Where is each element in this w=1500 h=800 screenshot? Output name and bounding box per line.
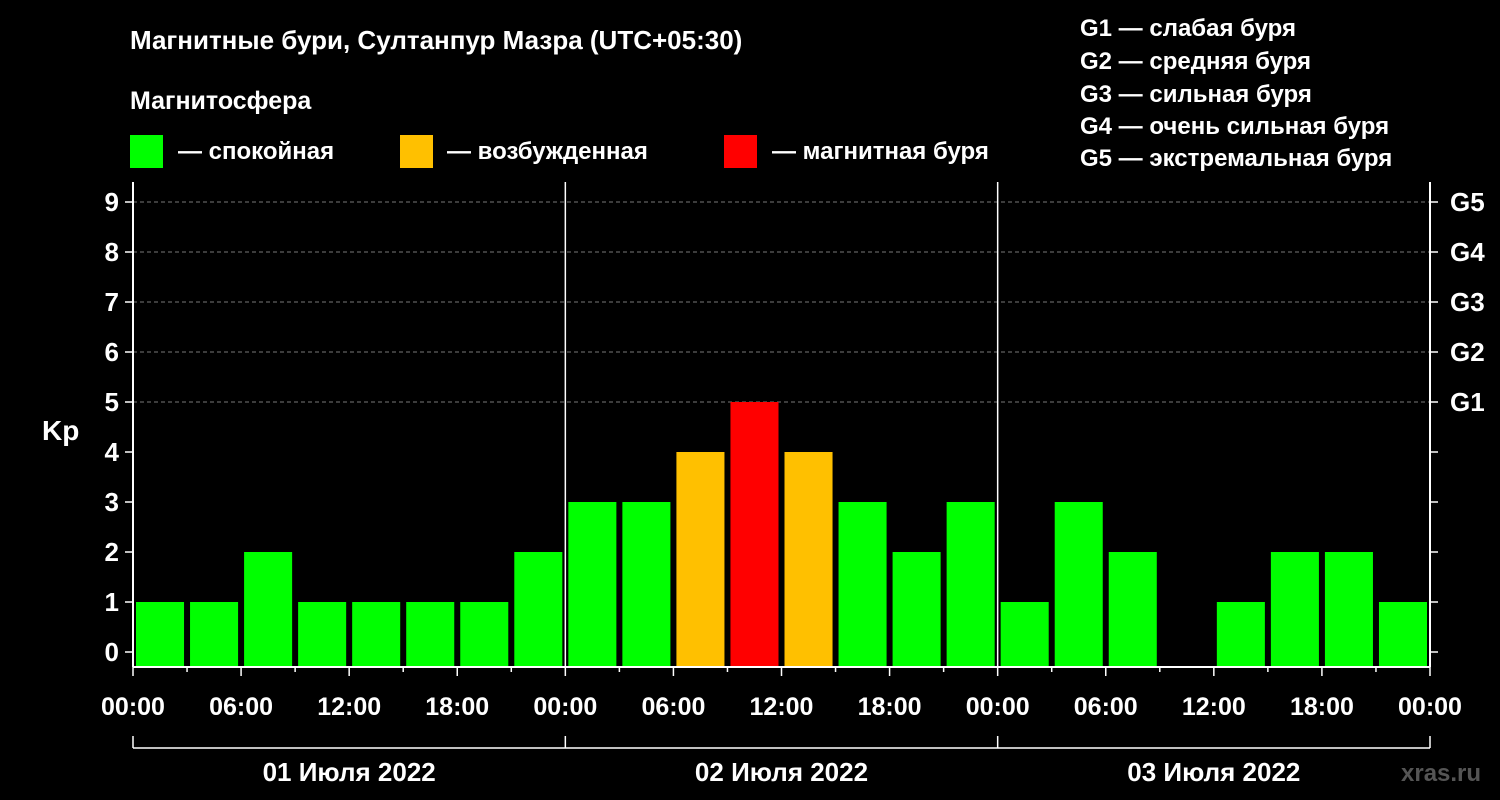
x-tick-label: 00:00 — [101, 693, 165, 721]
x-tick-label: 06:00 — [641, 693, 705, 721]
g-tick-label: G1 — [1450, 387, 1485, 417]
kp-bar — [406, 602, 455, 667]
legend-swatch-active — [400, 135, 433, 168]
kp-chart: Магнитные бури, Султанпур Мазра (UTC+05:… — [42, 15, 1485, 787]
watermark: xras.ru — [1401, 760, 1481, 787]
kp-bar — [676, 452, 725, 667]
kp-bar — [892, 552, 941, 667]
x-tick-label: 12:00 — [750, 693, 814, 721]
kp-bar — [838, 502, 887, 667]
kp-bar — [946, 502, 995, 667]
y-tick-label: 4 — [105, 437, 120, 467]
x-tick-label: 18:00 — [1290, 693, 1354, 721]
g-tick-label: G3 — [1450, 287, 1485, 317]
day-label: 02 Июля 2022 — [695, 757, 868, 787]
legend-swatch-storm — [724, 135, 757, 168]
y-tick-label: 0 — [105, 637, 119, 667]
kp-bar — [1270, 552, 1319, 667]
legend-swatch-quiet — [130, 135, 163, 168]
y-tick-label: 7 — [105, 287, 119, 317]
g-legend-g1: G1 — слабая буря — [1080, 15, 1296, 42]
y-tick-label: 9 — [105, 187, 119, 217]
kp-bar — [136, 602, 185, 667]
x-tick-label: 00:00 — [966, 693, 1030, 721]
g-legend-g3: G3 — сильная буря — [1080, 81, 1312, 108]
g-legend-g5: G5 — экстремальная буря — [1080, 145, 1392, 172]
day-label: 01 Июля 2022 — [263, 757, 436, 787]
kp-bar — [730, 402, 779, 667]
day-label: 03 Июля 2022 — [1127, 757, 1300, 787]
legend-label-active: — возбужденная — [447, 138, 648, 165]
kp-bar — [514, 552, 563, 667]
x-tick-label: 12:00 — [1182, 693, 1246, 721]
y-tick-label: 8 — [105, 237, 119, 267]
kp-bar — [460, 602, 509, 667]
kp-bar — [568, 502, 617, 667]
kp-bar — [298, 602, 347, 667]
kp-bar — [1108, 552, 1157, 667]
legend-label-quiet: — спокойная — [178, 138, 334, 165]
legend-heading: Магнитосфера — [130, 87, 312, 115]
g-tick-label: G2 — [1450, 337, 1485, 367]
g-scale-legend: G1 — слабая буря G2 — средняя буря G3 — … — [1080, 15, 1392, 172]
y-tick-label: 1 — [105, 587, 119, 617]
y-axis-label: Kp — [42, 415, 79, 446]
kp-bar — [784, 452, 833, 667]
legend-label-storm: — магнитная буря — [772, 138, 989, 165]
kp-bar — [1216, 602, 1265, 667]
kp-bar — [244, 552, 293, 667]
kp-bar — [190, 602, 239, 667]
x-tick-label: 18:00 — [858, 693, 922, 721]
y-tick-label: 2 — [105, 537, 119, 567]
x-tick-label: 00:00 — [533, 693, 597, 721]
y-tick-label: 5 — [105, 387, 119, 417]
bars — [136, 402, 1427, 667]
kp-bar — [352, 602, 401, 667]
g-tick-label: G5 — [1450, 187, 1485, 217]
g-legend-g4: G4 — очень сильная буря — [1080, 113, 1389, 140]
legend: — спокойная — возбужденная — магнитная б… — [130, 135, 989, 168]
kp-bar — [1054, 502, 1103, 667]
kp-bar — [1378, 602, 1427, 667]
y-tick-label: 3 — [105, 487, 119, 517]
x-tick-label: 06:00 — [209, 693, 273, 721]
g-legend-g2: G2 — средняя буря — [1080, 48, 1311, 75]
kp-bar — [622, 502, 671, 667]
chart-title: Магнитные бури, Султанпур Мазра (UTC+05:… — [130, 25, 742, 55]
x-tick-label: 06:00 — [1074, 693, 1138, 721]
x-tick-label: 18:00 — [425, 693, 489, 721]
x-tick-label: 12:00 — [317, 693, 381, 721]
kp-bar — [1000, 602, 1049, 667]
x-tick-label: 00:00 — [1398, 693, 1462, 721]
y-tick-label: 6 — [105, 337, 119, 367]
grid — [133, 182, 1430, 667]
g-tick-label: G4 — [1450, 237, 1485, 267]
kp-bar — [1324, 552, 1373, 667]
